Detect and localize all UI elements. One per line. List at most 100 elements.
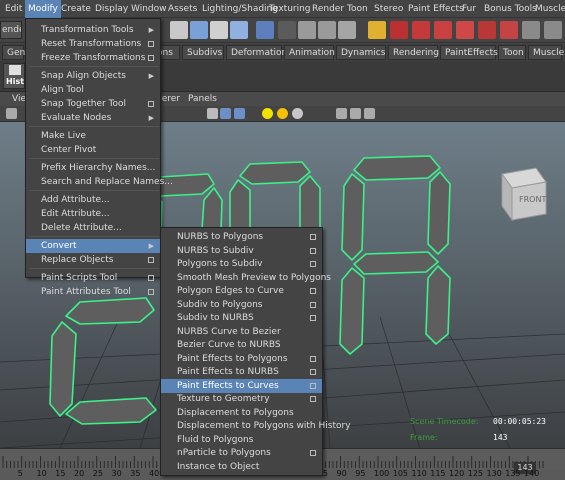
- menu-item-snap-align-objects[interactable]: Snap Align Objects ▶: [26, 69, 160, 83]
- menu-render[interactable]: Render: [309, 0, 347, 18]
- render-icon[interactable]: [412, 21, 430, 39]
- viewport-menu-vie[interactable]: Vie: [12, 92, 26, 106]
- menu-paint-effects[interactable]: Paint Effects: [405, 0, 467, 18]
- option-box-icon[interactable]: [310, 247, 316, 254]
- menu-item-polygon-edges-to-curve[interactable]: Polygon Edges to Curve: [161, 284, 322, 298]
- share-icon[interactable]: [364, 108, 375, 119]
- snap-curve-icon[interactable]: [190, 21, 208, 39]
- select-camera-icon[interactable]: [6, 108, 17, 119]
- option-box-icon[interactable]: [148, 289, 154, 295]
- menu-item-displacement-to-polygons-with-history[interactable]: Displacement to Polygons with History: [161, 419, 351, 433]
- menu-item-freeze-transformations[interactable]: Freeze Transformations: [26, 51, 160, 65]
- menu-item-instance-to-object[interactable]: Instance to Object: [161, 460, 322, 474]
- smooth-shade-icon[interactable]: [220, 108, 231, 119]
- menu-item-paint-effects-to-curves[interactable]: Paint Effects to Curves: [161, 378, 322, 393]
- menu-toon[interactable]: Toon: [344, 0, 371, 18]
- all-lights-icon[interactable]: [277, 108, 288, 119]
- viewcube[interactable]: FRONT: [501, 167, 547, 222]
- menu-create[interactable]: Create: [58, 0, 94, 18]
- option-box-icon[interactable]: [310, 396, 316, 402]
- menu-item-paint-effects-to-polygons[interactable]: Paint Effects to Polygons: [161, 352, 322, 366]
- shelf-tab-dynamics[interactable]: Dynamics: [336, 45, 386, 60]
- shelf-tab-rendering[interactable]: Rendering: [388, 45, 439, 60]
- menu-item-texture-to-geometry[interactable]: Texture to Geometry: [161, 392, 322, 406]
- menu-assets[interactable]: Assets: [165, 0, 200, 18]
- construction-history-icon[interactable]: [338, 21, 356, 39]
- sidebar-toggle-icon[interactable]: [522, 21, 540, 39]
- option-box-icon[interactable]: [310, 288, 316, 294]
- option-box-icon[interactable]: [148, 55, 154, 61]
- menu-item-paint-effects-to-nurbs[interactable]: Paint Effects to NURBS: [161, 365, 322, 379]
- snap-grid-icon[interactable]: [170, 21, 188, 39]
- menu-bonus-tools[interactable]: Bonus Tools: [481, 0, 540, 18]
- option-box-icon[interactable]: [310, 382, 316, 389]
- option-box-icon[interactable]: [310, 369, 316, 375]
- option-box-icon[interactable]: [310, 355, 316, 362]
- shadows-icon[interactable]: [292, 108, 303, 119]
- default-light-icon[interactable]: [262, 108, 273, 119]
- menu-display[interactable]: Display: [92, 0, 131, 18]
- xray-icon[interactable]: [350, 108, 361, 119]
- menu-item-nurbs-to-polygons[interactable]: NURBS to Polygons: [161, 230, 322, 244]
- option-box-icon[interactable]: [310, 450, 316, 456]
- render-settings-icon[interactable]: [456, 21, 474, 39]
- menu-item-transformation-tools[interactable]: Transformation Tools ▶: [26, 23, 160, 37]
- menu-item-smooth-mesh-preview-to-polygons[interactable]: Smooth Mesh Preview to Polygons: [161, 271, 331, 285]
- shelf-tab-animation[interactable]: Animation: [284, 45, 335, 60]
- menu-fur[interactable]: Fur: [459, 0, 479, 18]
- menu-item-nurbs-to-subdiv[interactable]: NURBS to Subdiv: [161, 244, 322, 258]
- snap-live-icon[interactable]: [256, 21, 274, 39]
- viewport-menu-panels[interactable]: Panels: [188, 92, 217, 106]
- menu-item-nurbs-curve-to-bezier[interactable]: NURBS Curve to Bezier: [161, 325, 322, 339]
- menu-item-delete-attribute[interactable]: Delete Attribute...: [26, 221, 160, 235]
- menu-stereo[interactable]: Stereo: [371, 0, 406, 18]
- menu-muscle[interactable]: Muscle: [532, 0, 565, 18]
- menu-item-displacement-to-polygons[interactable]: Displacement to Polygons: [161, 406, 322, 420]
- shelf-tab-toon[interactable]: Toon: [498, 45, 526, 60]
- menu-modify[interactable]: Modify: [25, 0, 61, 18]
- lock-icon[interactable]: [368, 21, 386, 39]
- shelf-tab-painteffects[interactable]: PaintEffects: [440, 45, 498, 60]
- menu-item-convert[interactable]: Convert ▶: [26, 239, 160, 253]
- menu-item-replace-objects[interactable]: Replace Objects: [26, 253, 160, 267]
- option-box-icon[interactable]: [310, 301, 316, 308]
- isolate-select-icon[interactable]: [336, 108, 347, 119]
- menu-item-evaluate-nodes[interactable]: Evaluate Nodes ▶: [26, 111, 160, 125]
- option-box-icon[interactable]: [310, 234, 316, 240]
- option-box-icon[interactable]: [310, 261, 316, 267]
- history-button[interactable]: Hist: [3, 63, 25, 89]
- menu-item-search-and-replace-names[interactable]: Search and Replace Names...: [26, 175, 173, 189]
- shelf-tab-gen[interactable]: Gen: [2, 45, 25, 60]
- output-ops-icon[interactable]: [318, 21, 336, 39]
- camera-icon[interactable]: [390, 21, 408, 39]
- menu-item-align-tool[interactable]: Align Tool: [26, 83, 160, 97]
- menu-edit[interactable]: Edit: [2, 0, 25, 18]
- menu-window[interactable]: Window: [128, 0, 170, 18]
- shelf-tab-subdivs[interactable]: Subdivs: [182, 45, 224, 60]
- input-ops-icon[interactable]: [298, 21, 316, 39]
- hypershade-icon[interactable]: [478, 21, 496, 39]
- ipr-icon[interactable]: [434, 21, 452, 39]
- menu-item-add-attribute[interactable]: Add Attribute...: [26, 193, 160, 207]
- wireframe-icon[interactable]: [207, 108, 218, 119]
- menu-item-nparticle-to-polygons[interactable]: nParticle to Polygons: [161, 446, 322, 460]
- menu-item-snap-together-tool[interactable]: Snap Together Tool: [26, 97, 160, 111]
- menu-item-paint-attributes-tool[interactable]: Paint Attributes Tool: [26, 285, 160, 299]
- menu-item-reset-transformations[interactable]: Reset Transformations: [26, 37, 160, 51]
- menu-item-paint-scripts-tool[interactable]: Paint Scripts Tool: [26, 271, 160, 285]
- menu-item-subdiv-to-nurbs[interactable]: Subdiv to NURBS: [161, 311, 322, 325]
- option-box-icon[interactable]: [148, 275, 154, 281]
- menu-item-polygons-to-subdiv[interactable]: Polygons to Subdiv: [161, 257, 322, 271]
- attribute-editor-icon[interactable]: [544, 21, 562, 39]
- shelf-tab-muscle[interactable]: Muscle: [528, 45, 564, 60]
- option-box-icon[interactable]: [148, 257, 154, 263]
- shelf-tab-deformation[interactable]: Deformation: [226, 45, 287, 60]
- snap-point-icon[interactable]: [210, 21, 228, 39]
- render-view-icon[interactable]: [500, 21, 518, 39]
- menu-item-center-pivot[interactable]: Center Pivot: [26, 143, 160, 157]
- snap-plane-icon[interactable]: [230, 21, 248, 39]
- menu-item-make-live[interactable]: Make Live: [26, 129, 160, 143]
- menu-item-subdiv-to-polygons[interactable]: Subdiv to Polygons: [161, 298, 322, 312]
- menu-item-fluid-to-polygons[interactable]: Fluid to Polygons: [161, 433, 322, 447]
- history-icon[interactable]: [278, 21, 296, 39]
